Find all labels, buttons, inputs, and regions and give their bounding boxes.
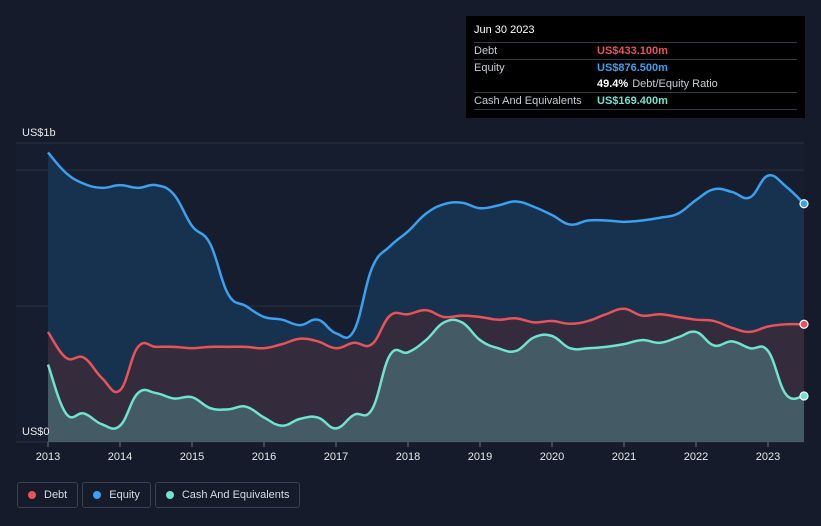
- x-tick-label: 2018: [396, 451, 420, 463]
- tooltip-row-cash: Cash And Equivalents US$169.400m: [474, 92, 797, 110]
- x-tick-label: 2020: [540, 451, 564, 463]
- endpoint-cash-and-equivalents[interactable]: [799, 391, 809, 401]
- tooltip-equity-value: US$876.500m: [597, 62, 668, 74]
- legend-item-cash[interactable]: Cash And Equivalents: [154, 482, 301, 508]
- x-tick-label: 2017: [324, 451, 348, 463]
- tooltip-ratio-row: 49.4% Debt/Equity Ratio: [474, 76, 797, 92]
- legend-equity-dot-icon: [93, 491, 102, 499]
- tooltip-row-equity: Equity US$876.500m: [474, 59, 797, 76]
- tooltip-cash-value: US$169.400m: [597, 95, 668, 107]
- endpoint-equity[interactable]: [799, 199, 809, 209]
- x-tick-label: 2023: [756, 451, 780, 463]
- tooltip-debt-value: US$433.100m: [597, 45, 668, 57]
- tooltip-ratio-label: Debt/Equity Ratio: [632, 78, 718, 90]
- tooltip-cash-label: Cash And Equivalents: [474, 95, 582, 107]
- legend-item-equity[interactable]: Equity: [82, 482, 151, 508]
- tooltip-row-debt: Debt US$433.100m: [474, 42, 797, 59]
- legend-item-debt[interactable]: Debt: [17, 482, 79, 508]
- legend: Debt Equity Cash And Equivalents: [17, 482, 301, 510]
- legend-debt-label: Debt: [44, 489, 68, 501]
- y-axis-bottom-label: US$0: [22, 426, 50, 438]
- x-tick-label: 2019: [468, 451, 492, 463]
- legend-debt-dot-icon: [28, 491, 36, 499]
- x-tick-label: 2015: [180, 451, 204, 463]
- x-tick-label: 2016: [252, 451, 276, 463]
- x-tick-label: 2021: [612, 451, 636, 463]
- x-tick-label: 2014: [108, 451, 132, 463]
- tooltip-date: Jun 30 2023: [474, 24, 535, 36]
- tooltip-panel: Jun 30 2023 Debt US$433.100m Equity US$8…: [466, 16, 805, 118]
- x-tick-label: 2022: [684, 451, 708, 463]
- x-tick-label: 2013: [36, 451, 60, 463]
- legend-cash-label: Cash And Equivalents: [181, 489, 290, 501]
- tooltip-equity-label: Equity: [474, 62, 505, 74]
- tooltip-debt-label: Debt: [474, 45, 498, 57]
- legend-cash-dot-icon: [165, 491, 174, 499]
- tooltip-ratio-value: 49.4%: [597, 78, 629, 90]
- x-axis-ticks: 2013 2014 2015 2016 2017 2018 2019 2020 2021 2022…: [36, 442, 780, 463]
- y-axis-top-label: US$1b: [22, 127, 56, 139]
- legend-equity-label: Equity: [109, 489, 140, 501]
- endpoint-debt[interactable]: [799, 319, 809, 329]
